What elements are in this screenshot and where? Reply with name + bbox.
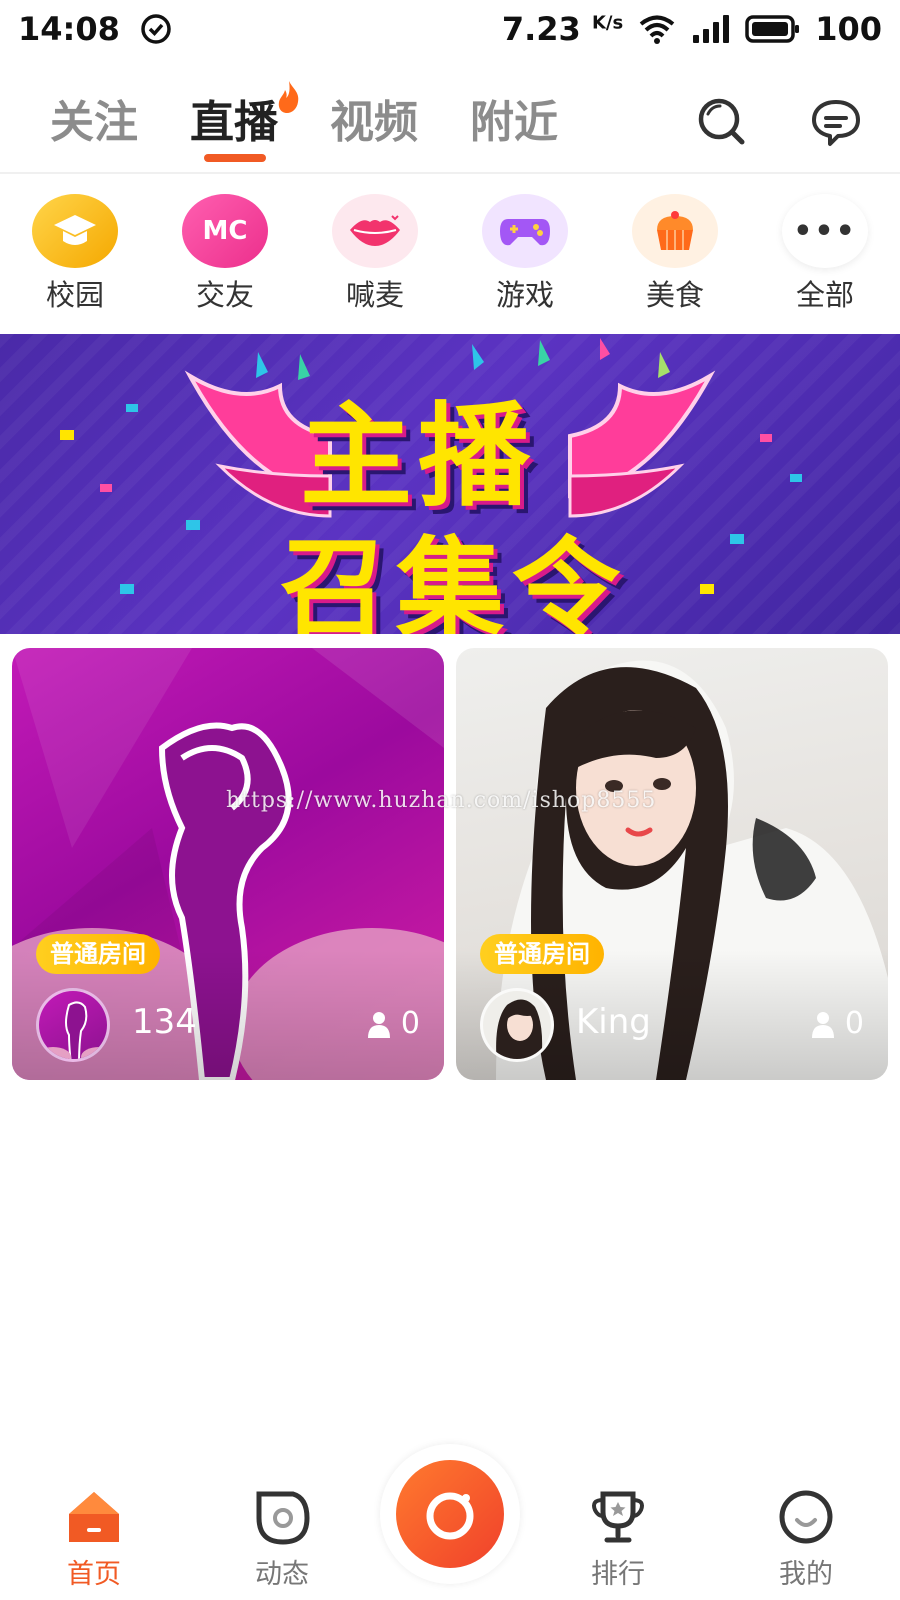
battery-level: 100	[815, 10, 882, 48]
bottom-nav-label: 我的	[779, 1559, 833, 1590]
active-tab-indicator	[204, 154, 266, 162]
bottom-nav-profile[interactable]: 我的	[756, 1488, 856, 1591]
more-icon: •••	[782, 194, 868, 268]
tab-video[interactable]: 视频	[330, 86, 418, 150]
cake-icon	[632, 194, 718, 268]
moments-icon	[256, 1491, 310, 1545]
anchor-name: King	[576, 1002, 651, 1042]
category-label: 交友	[195, 278, 254, 312]
category-friends[interactable]: MC 交友	[170, 194, 280, 314]
live-room-card[interactable]: 普通房间 134 0	[12, 648, 444, 1080]
status-time: 14:08	[18, 10, 120, 48]
category-row: 校园 MC 交友 喊麦 游戏 美食 ••• 全部	[0, 186, 900, 316]
category-all[interactable]: ••• 全部	[770, 194, 880, 314]
more-dots: •••	[793, 213, 857, 249]
banner-subtitle: 召集令	[280, 527, 629, 634]
tab-follow[interactable]: 关注	[50, 86, 138, 150]
mc-badge-text: MC	[202, 216, 248, 246]
wifi-icon	[639, 15, 675, 44]
smile-icon	[779, 1490, 833, 1544]
go-live-button[interactable]	[396, 1460, 504, 1568]
camera-icon	[426, 1492, 474, 1540]
watermark-text: https://www.huzhan.com/ishop8555	[226, 788, 657, 813]
category-label: 校园	[45, 278, 104, 312]
category-shout-mic[interactable]: 喊麦	[320, 194, 430, 314]
status-bar: 14:08 7.23 K/s 100	[0, 0, 900, 58]
bottom-nav-moments[interactable]: 动态	[232, 1488, 332, 1591]
user-icon	[811, 1011, 834, 1038]
category-campus[interactable]: 校园	[20, 194, 130, 314]
bottom-nav-label: 首页	[67, 1559, 121, 1590]
check-circle-icon	[141, 14, 171, 44]
category-label: 全部	[795, 278, 854, 312]
category-food[interactable]: 美食	[620, 194, 730, 314]
message-icon[interactable]	[808, 94, 864, 150]
live-room-card[interactable]: 普通房间 King 0	[456, 648, 888, 1080]
viewer-count: 0	[367, 1006, 420, 1041]
mc-icon: MC	[182, 194, 268, 268]
fire-icon	[278, 81, 299, 113]
top-tab-bar: 关注 直播 视频 附近	[0, 70, 900, 174]
network-speed-unit: K/s	[591, 12, 624, 34]
bottom-nav-label: 动态	[255, 1559, 309, 1590]
graduation-cap-icon	[32, 194, 118, 268]
status-indicators: 7.23 K/s 100	[502, 10, 882, 48]
anchor-name: 134	[132, 1002, 197, 1042]
bottom-nav-home[interactable]: 首页	[44, 1488, 144, 1591]
gamepad-icon	[482, 194, 568, 268]
battery-icon	[745, 15, 800, 43]
home-icon	[69, 1492, 119, 1542]
bottom-nav-label: 排行	[591, 1559, 645, 1590]
category-label: 喊麦	[345, 278, 404, 312]
signal-icon	[693, 15, 730, 43]
tab-live[interactable]: 直播	[190, 86, 278, 150]
trophy-icon	[592, 1491, 644, 1543]
promo-banner[interactable]: 主播 召集令	[0, 334, 900, 634]
room-type-badge: 普通房间	[480, 934, 604, 974]
search-icon[interactable]	[694, 94, 750, 150]
viewer-count-value: 0	[844, 1006, 864, 1041]
viewer-count-value: 0	[400, 1006, 420, 1041]
avatar[interactable]	[36, 988, 110, 1062]
network-speed-value: 7.23	[501, 10, 581, 48]
network-speed: 7.23 K/s	[502, 10, 623, 48]
lips-icon	[332, 194, 418, 268]
bottom-nav-ranking[interactable]: 排行	[568, 1488, 668, 1591]
category-label: 游戏	[495, 278, 554, 312]
user-icon	[367, 1011, 390, 1038]
viewer-count: 0	[811, 1006, 864, 1041]
category-games[interactable]: 游戏	[470, 194, 580, 314]
room-type-badge: 普通房间	[36, 934, 160, 974]
avatar[interactable]	[480, 988, 554, 1062]
tab-nearby[interactable]: 附近	[470, 86, 558, 150]
category-label: 美食	[645, 278, 704, 312]
